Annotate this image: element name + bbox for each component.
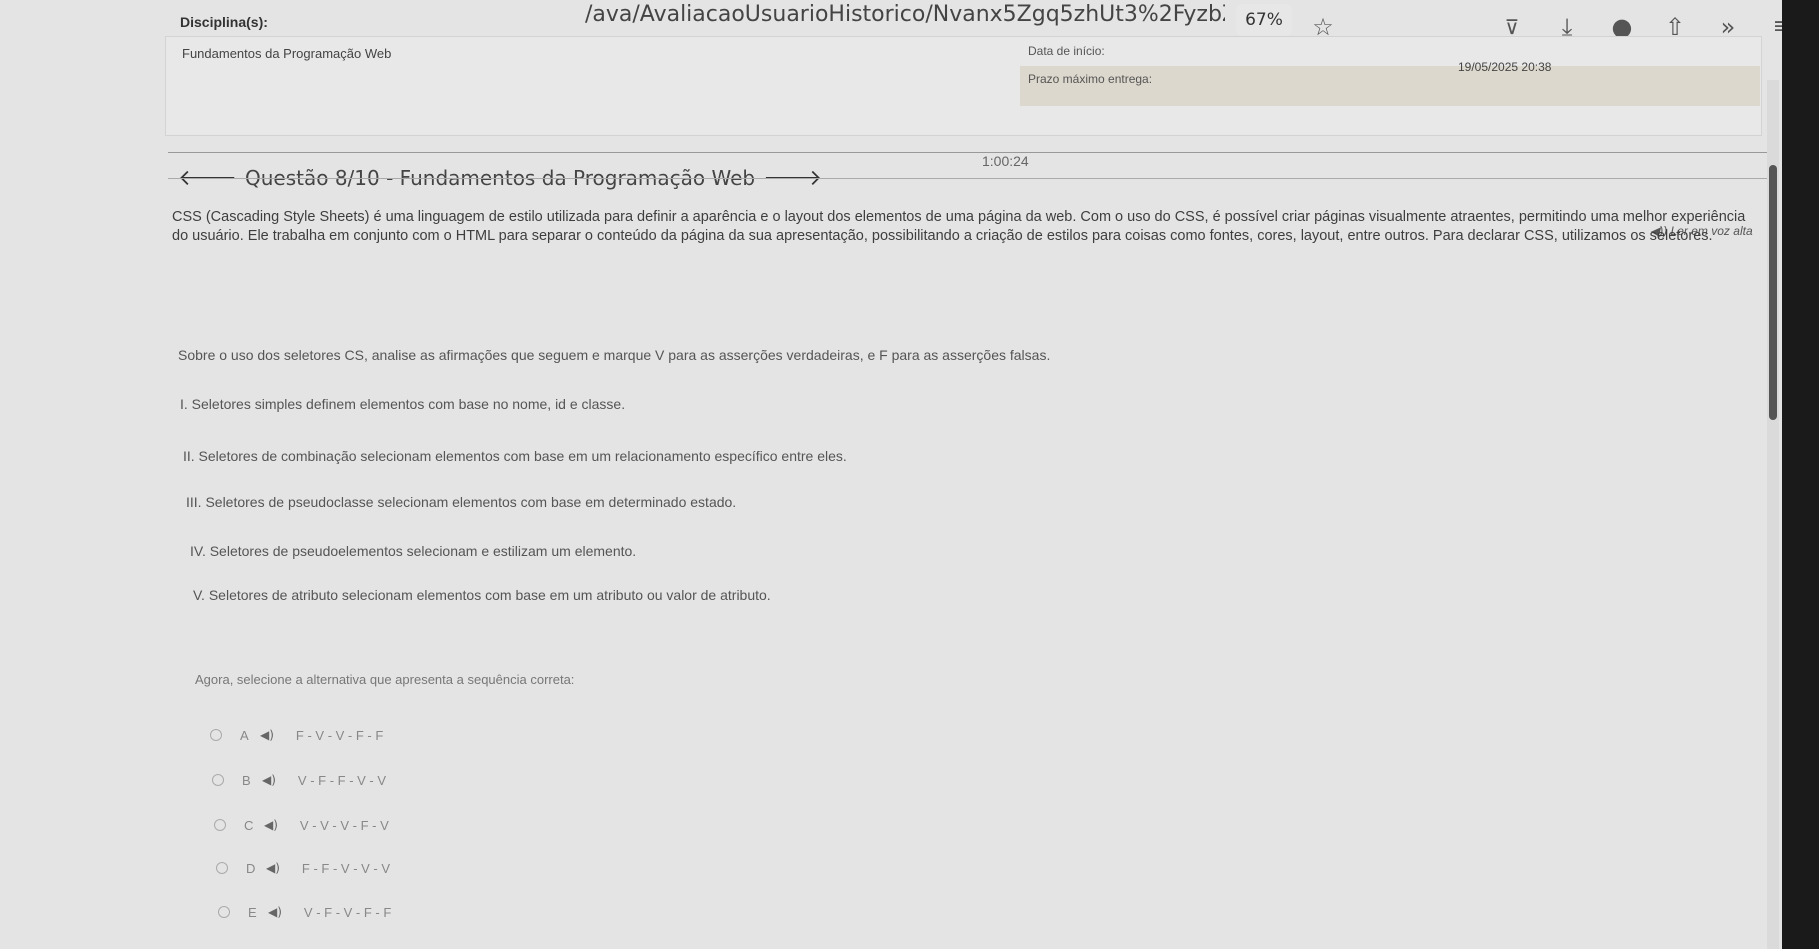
divider [168,152,1768,153]
option-text: V - F - F - V - V [297,772,387,788]
statement-2: II. Seletores de combinação selecionam e… [183,448,847,464]
url-bar[interactable]: /ava/AvaliacaoUsuarioHistorico/Nvanx5Zgq… [585,0,1225,30]
speaker-icon[interactable]: ◀) [262,773,276,787]
radio-button[interactable] [216,862,228,874]
option-c[interactable]: C ◀) V - V - V - F - V [214,815,389,835]
statement-5: V. Seletores de atributo selecionam elem… [193,587,771,603]
discipline-label: Disciplina(s): [180,14,268,30]
speaker-icon[interactable]: ◀) [268,905,282,919]
scrollbar-thumb[interactable] [1769,165,1777,420]
radio-button[interactable] [212,774,224,786]
option-text: F - F - V - V - V [301,860,391,876]
question-instruction: Sobre o uso dos seletores CS, analise as… [178,347,1051,363]
option-letter: D [246,860,256,876]
start-date-label: Data de início: [1028,44,1105,58]
answer-prompt: Agora, selecione a alternativa que apres… [195,672,575,687]
question-text: CSS (Cascading Style Sheets) é uma lingu… [172,209,1746,244]
statement-4: IV. Seletores de pseudoelementos selecio… [190,543,637,559]
discipline-value: Fundamentos da Programação Web [182,46,392,61]
option-text: F - V - V - F - F [295,727,384,743]
option-letter: B [242,772,251,788]
option-letter: E [248,904,257,920]
radio-button[interactable] [214,819,226,831]
start-date-value: 19/05/2025 20:38 [1458,60,1552,74]
option-a[interactable]: A ◀) F - V - V - F - F [210,725,383,745]
option-e[interactable]: E ◀) V - F - V - F - F [218,902,391,922]
option-letter: C [244,817,254,833]
speaker-icon[interactable]: ◀) [266,861,280,875]
option-text: V - V - V - F - V [299,817,389,833]
deadline-label: Prazo máximo entrega: [1028,72,1153,86]
radio-button[interactable] [218,906,230,918]
screen-bezel [1782,0,1819,949]
zoom-indicator[interactable]: 67% [1236,4,1292,36]
option-text: V - F - V - F - F [303,904,392,920]
option-b[interactable]: B ◀) V - F - F - V - V [212,770,386,790]
divider [168,178,1768,179]
speaker-icon[interactable]: ◀) [260,728,274,742]
option-d[interactable]: D ◀) F - F - V - V - V [216,858,390,878]
option-letter: A [240,727,249,743]
speaker-icon[interactable]: ◀) [264,818,278,832]
timer: 1:00:24 [982,153,1029,169]
statement-1: I. Seletores simples definem elementos c… [180,396,626,412]
statement-3: III. Seletores de pseudoclasse seleciona… [186,494,737,510]
radio-button[interactable] [210,729,222,741]
